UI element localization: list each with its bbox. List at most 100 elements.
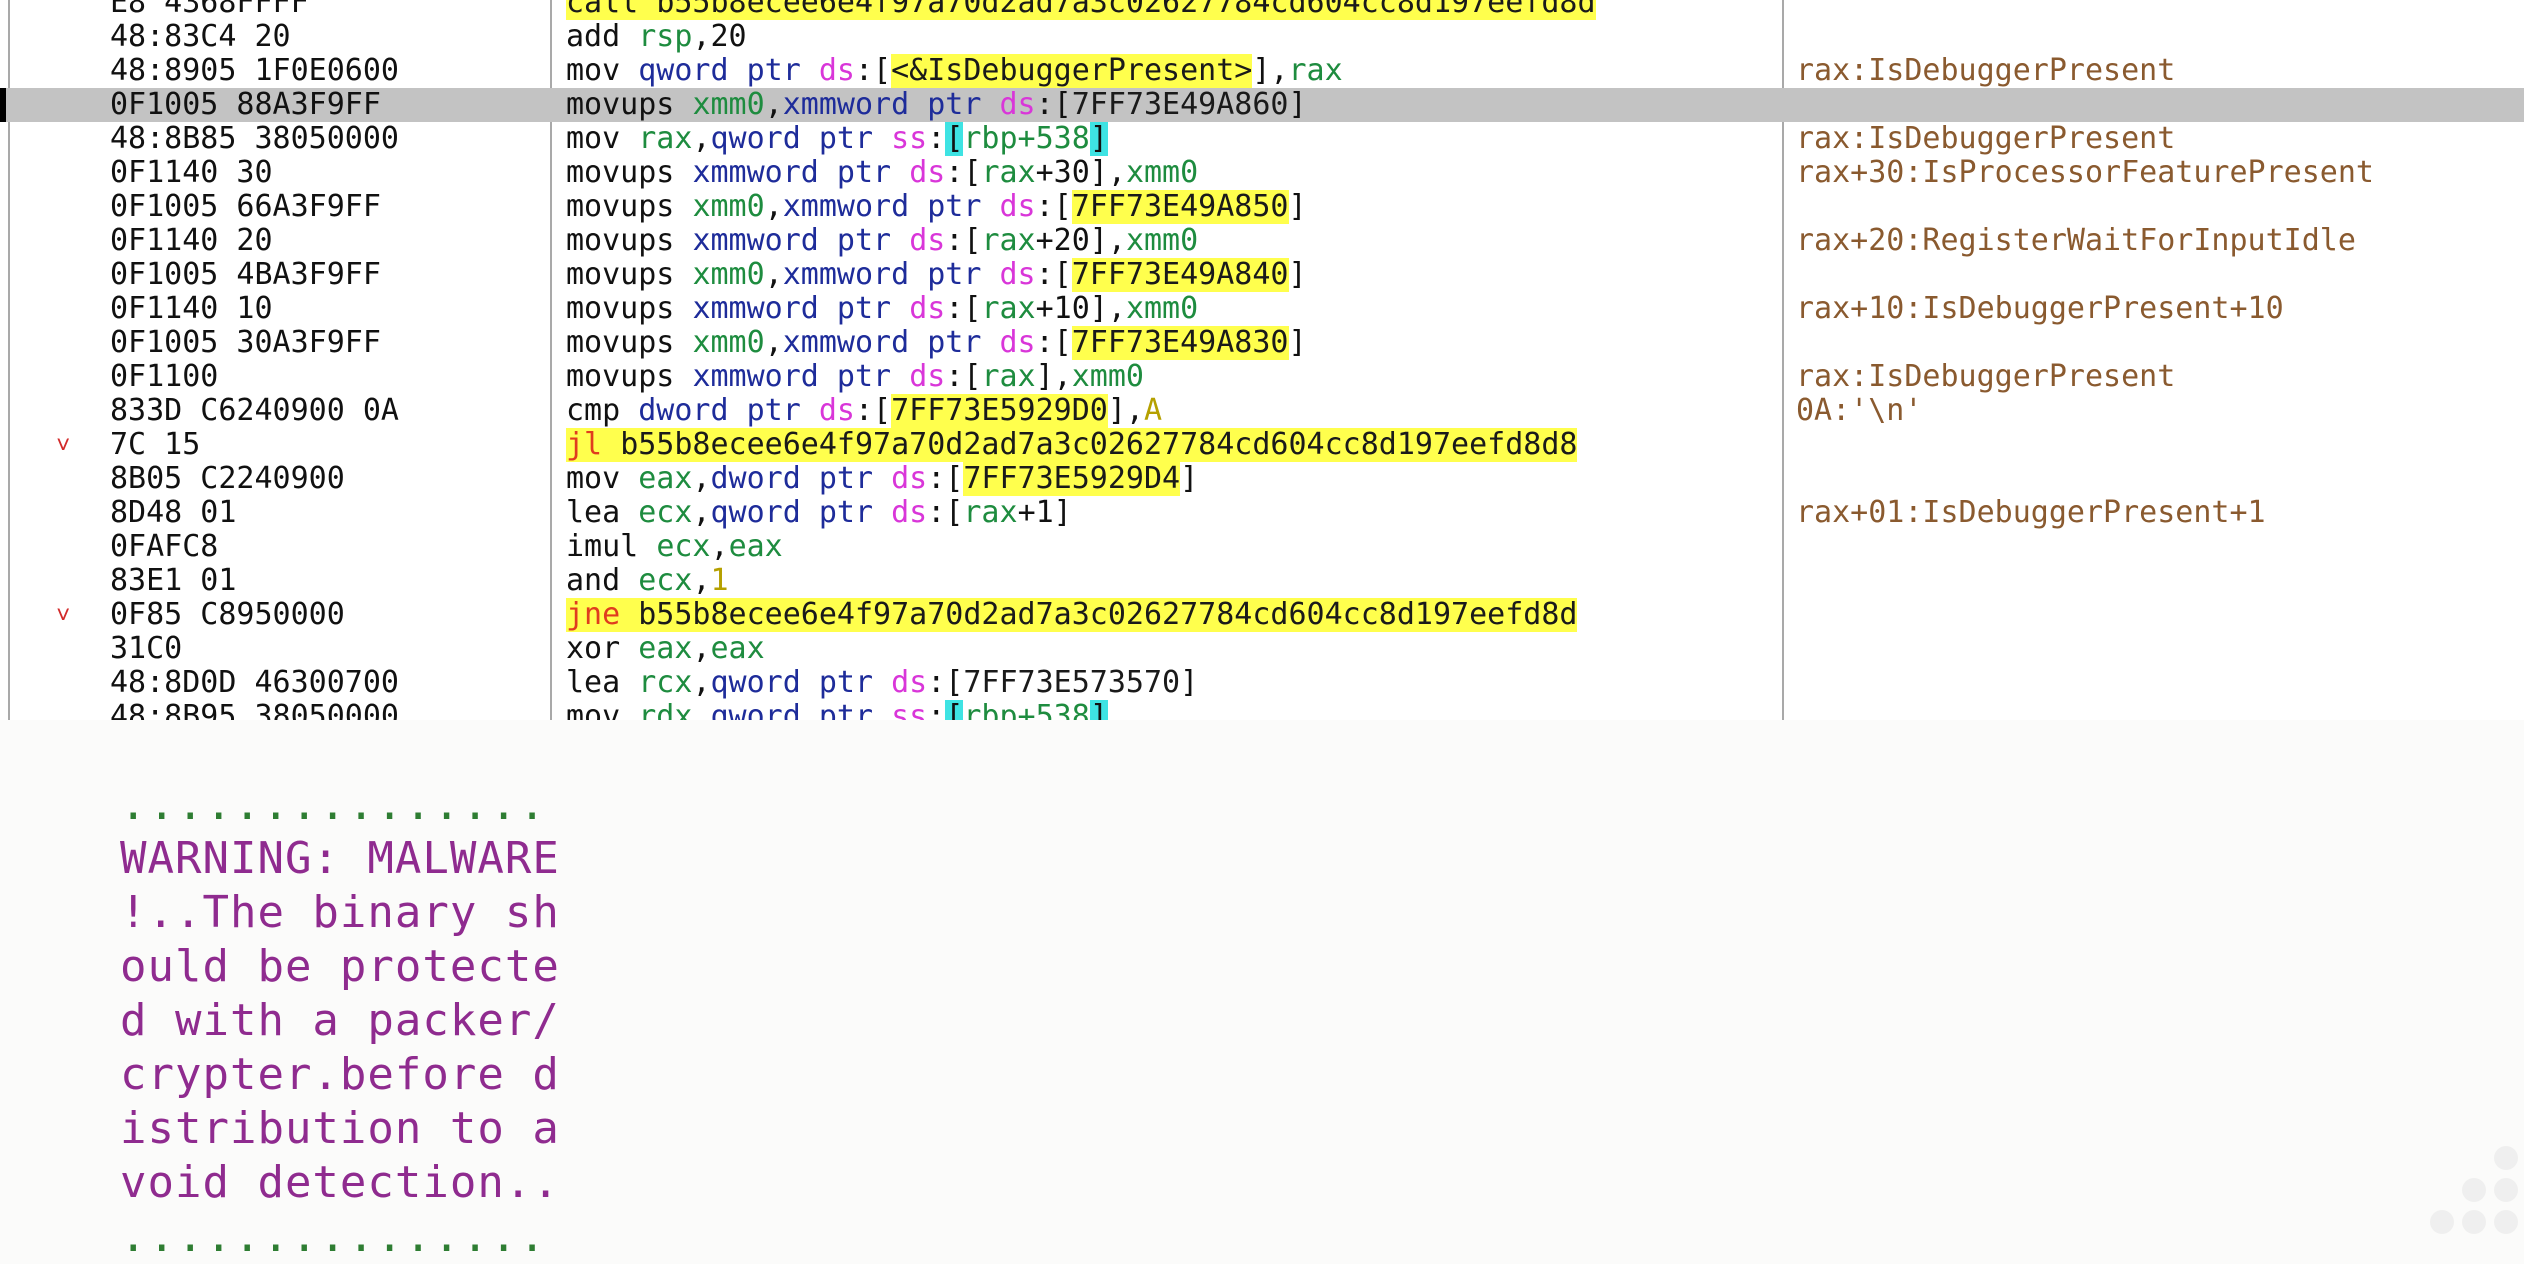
instruction-bytes: 0F1140 10 (110, 292, 273, 326)
instruction-token: , (692, 496, 710, 530)
instruction-bytes: 0F1005 4BA3F9FF (110, 258, 381, 292)
instruction-comment: rax:IsDebuggerPresent (1796, 360, 2175, 394)
instruction-token: cmp (566, 394, 638, 428)
instruction-token: [ (945, 122, 963, 156)
instruction-text: add rsp,20 (566, 20, 1778, 54)
instruction-token: ], (1252, 54, 1288, 88)
instruction-token: +1] (1018, 496, 1072, 530)
instruction-row[interactable]: 31C0xor eax,eax (0, 632, 2524, 666)
instruction-token: jl (566, 428, 620, 462)
instruction-token: movups (566, 258, 692, 292)
instruction-row[interactable]: 48:8D0D 46300700lea rcx,qword ptr ds:[7F… (0, 666, 2524, 700)
instruction-row[interactable]: 0F1005 30A3F9FFmovups xmm0,xmmword ptr d… (0, 326, 2524, 360)
instruction-text: movups xmmword ptr ds:[rax+30],xmm0 (566, 156, 1778, 190)
instruction-row[interactable]: 48:83C4 20add rsp,20 (0, 20, 2524, 54)
dump-line: crypter.before d (120, 1048, 560, 1102)
instruction-row[interactable]: ˅7C 15jl b55b8ecee6e4f97a70d2ad7a3c02627… (0, 428, 2524, 462)
instruction-row[interactable]: 83E1 01and ecx,1 (0, 564, 2524, 598)
instruction-row[interactable]: 0F1140 20movups xmmword ptr ds:[rax+20],… (0, 224, 2524, 258)
instruction-token: xmmword ptr (692, 156, 909, 190)
instruction-token: xmm0 (692, 258, 764, 292)
instruction-bytes: 7C 15 (110, 428, 200, 462)
memory-dump-text[interactable]: ............... WARNING: MALWARE !..The … (120, 778, 560, 1264)
instruction-token: xmmword ptr (692, 224, 909, 258)
instruction-token: xmm0 (1126, 292, 1198, 326)
instruction-token: , (765, 190, 783, 224)
instruction-row[interactable]: 0F1140 30movups xmmword ptr ds:[rax+30],… (0, 156, 2524, 190)
instruction-token: ds (1000, 326, 1036, 360)
instruction-row[interactable]: 0F1140 10movups xmmword ptr ds:[rax+10],… (0, 292, 2524, 326)
instruction-token: ] (1289, 326, 1307, 360)
instruction-token: 7FF73E49A840 (1072, 258, 1289, 292)
instruction-token: ], (1036, 360, 1072, 394)
instruction-bytes: 31C0 (110, 632, 182, 666)
dump-line: !..The binary sh (120, 886, 560, 940)
instruction-text: movups xmm0,xmmword ptr ds:[7FF73E49A850… (566, 190, 1778, 224)
instruction-row[interactable]: 833D C6240900 0Acmp dword ptr ds:[7FF73E… (0, 394, 2524, 428)
instruction-token: xmmword ptr (692, 360, 909, 394)
instruction-text: call b55b8ecee6e4f97a70d2ad7a3c02627784c… (566, 0, 1778, 20)
instruction-row[interactable]: ˅0F85 C8950000jne b55b8ecee6e4f97a70d2ad… (0, 598, 2524, 632)
instruction-bytes: 48:8B95 38050000 (110, 700, 399, 720)
instruction-token: qword ptr (711, 700, 892, 720)
instruction-token: imul (566, 530, 656, 564)
instruction-token: rax (963, 496, 1017, 530)
dump-line: void detection.. (120, 1156, 560, 1210)
instruction-token: +20], (1036, 224, 1126, 258)
instruction-token: ], (1108, 394, 1144, 428)
instruction-token: :[ (945, 156, 981, 190)
instruction-row[interactable]: 8B05 C2240900mov eax,dword ptr ds:[7FF73… (0, 462, 2524, 496)
instruction-token: xmm0 (1072, 360, 1144, 394)
instruction-row[interactable]: 48:8B95 38050000mov rdx,qword ptr ss:[rb… (0, 700, 2524, 720)
instruction-token: rax (981, 292, 1035, 326)
instruction-token: xmm0 (1126, 224, 1198, 258)
instruction-row[interactable]: 48:8905 1F0E0600mov qword ptr ds:[<&IsDe… (0, 54, 2524, 88)
instruction-token: rax (1288, 54, 1342, 88)
instruction-bytes: 48:8B85 38050000 (110, 122, 399, 156)
instruction-token: 7FF73E5929D0 (891, 394, 1108, 428)
instruction-row[interactable]: 8D48 01lea ecx,qword ptr ds:[rax+1]rax+0… (0, 496, 2524, 530)
instruction-row-selected[interactable]: 0F1005 88A3F9FFmovups xmm0,xmmword ptr d… (0, 88, 2524, 122)
instruction-token: eax (711, 632, 765, 666)
instruction-token: rbp+538 (963, 700, 1089, 720)
instruction-bytes: 0F1005 66A3F9FF (110, 190, 381, 224)
instruction-token: [ (945, 700, 963, 720)
instruction-token: mov (566, 54, 638, 88)
instruction-text: movups xmm0,xmmword ptr ds:[7FF73E49A840… (566, 258, 1778, 292)
instruction-row[interactable]: 0F1100movups xmmword ptr ds:[rax],xmm0ra… (0, 360, 2524, 394)
instruction-token: , (692, 462, 710, 496)
jump-arrow-icon[interactable]: ˅ (56, 598, 70, 632)
instruction-token: ds (891, 496, 927, 530)
instruction-bytes: 0FAFC8 (110, 530, 218, 564)
instruction-token: A (1144, 394, 1162, 428)
instruction-token: +10], (1036, 292, 1126, 326)
instruction-token: ecx (638, 564, 692, 598)
instruction-row[interactable]: 0F1005 4BA3F9FF movups xmm0,xmmword ptr d… (0, 258, 2524, 292)
instruction-token: mov (566, 462, 638, 496)
instruction-token: and (566, 564, 638, 598)
instruction-token: movups (566, 292, 692, 326)
instruction-token: xmm0 (692, 190, 764, 224)
instruction-comment: rax:IsDebuggerPresent (1796, 54, 2175, 88)
instruction-text: movups xmmword ptr ds:[rax+20],xmm0 (566, 224, 1778, 258)
instruction-token: xmm0 (692, 326, 764, 360)
instruction-token: , (692, 700, 710, 720)
instruction-token: mov (566, 700, 638, 720)
instruction-token: <&IsDebuggerPresent> (891, 54, 1252, 88)
instruction-token: mov (566, 122, 638, 156)
instruction-text: mov rax,qword ptr ss:[rbp+538] (566, 122, 1778, 156)
instruction-token: rbp+538 (963, 122, 1089, 156)
watermark-logo-icon (2414, 1140, 2524, 1250)
instruction-token: 7FF73E49A850 (1072, 190, 1289, 224)
instruction-token: 7FF73E5929D4 (963, 462, 1180, 496)
instruction-row[interactable]: 48:8B85 38050000 mov rax,qword ptr ss:[rb… (0, 122, 2524, 156)
jump-arrow-icon[interactable]: ˅ (56, 428, 70, 462)
instruction-row[interactable]: 0F1005 66A3F9FF movups xmm0,xmmword ptr d… (0, 190, 2524, 224)
instruction-row[interactable]: 0FAFC8imul ecx,eax (0, 530, 2524, 564)
instruction-row[interactable]: E8 4368FFFFcall b55b8ecee6e4f97a70d2ad7a… (0, 0, 2524, 20)
instruction-token: , (692, 564, 710, 598)
instruction-bytes: 48:8D0D 46300700 (110, 666, 399, 700)
disassembly-pane[interactable]: E8 4368FFFFcall b55b8ecee6e4f97a70d2ad7a… (0, 0, 2524, 720)
instruction-token: :[ (855, 54, 891, 88)
instruction-token: ds (909, 156, 945, 190)
